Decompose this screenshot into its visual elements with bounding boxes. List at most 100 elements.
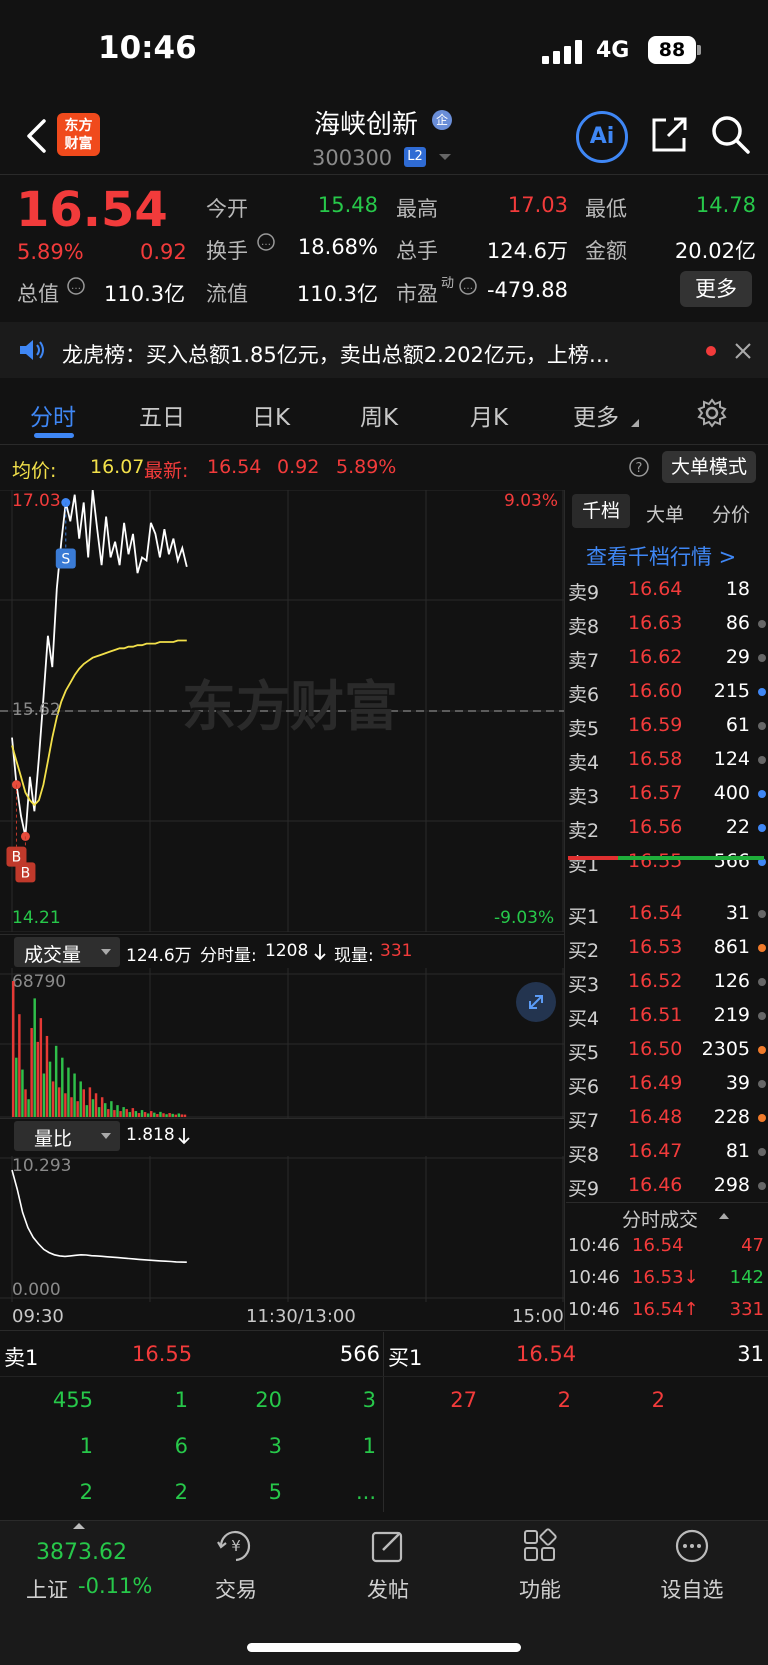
float-cap-value: 110.3亿 — [296, 282, 378, 306]
close-icon[interactable] — [734, 342, 752, 360]
back-icon[interactable] — [24, 118, 48, 154]
tab-thousand-levels[interactable]: 千档 — [572, 494, 630, 528]
amount-value: 20.02亿 — [674, 239, 756, 263]
bid-price: 16.49 — [628, 1072, 683, 1094]
trade-icon[interactable]: ¥ — [216, 1528, 256, 1564]
gear-icon[interactable] — [697, 398, 727, 428]
search-icon[interactable] — [710, 114, 752, 156]
expand-chart-button[interactable] — [516, 982, 556, 1022]
bid-row[interactable]: 买1 16.54 31 — [566, 896, 768, 930]
ratio-axis-min: 0.000 — [12, 1280, 61, 1300]
news-text[interactable]: 龙虎榜：买入总额1.85亿元，卖出总额2.202亿元，上榜… — [62, 339, 610, 369]
bid-level-label: 买7 — [568, 1110, 600, 1132]
big-order-mode-button[interactable]: 大单模式 — [662, 451, 756, 483]
info-icon[interactable]: … — [66, 276, 86, 296]
ask-price: 16.56 — [628, 816, 683, 838]
index-name[interactable]: 上证 — [26, 1574, 68, 1604]
index-change[interactable]: -0.11% — [78, 1574, 152, 1598]
queue-order-size: 455 — [52, 1388, 93, 1412]
tab-weekly-k[interactable]: 周K — [360, 398, 398, 432]
ask-row[interactable]: 卖5 16.59 61 — [566, 708, 768, 742]
bid-price: 16.52 — [628, 970, 683, 992]
nav-trade[interactable]: 交易 — [186, 1574, 286, 1604]
bid-volume: 861 — [713, 936, 750, 958]
bid-price: 16.46 — [628, 1174, 683, 1196]
tab-more[interactable]: 更多 — [573, 398, 619, 432]
chevron-down-icon[interactable] — [438, 152, 452, 162]
ask-row[interactable]: 卖1 16.55 566 — [566, 844, 768, 878]
ticks-title[interactable]: 分时成交 — [622, 1205, 698, 1232]
tab-big-orders[interactable]: 大单 — [646, 500, 684, 527]
add-watchlist-icon[interactable] — [674, 1528, 710, 1564]
bid-row[interactable]: 买6 16.49 39 — [566, 1066, 768, 1100]
low-value: 14.78 — [695, 193, 756, 217]
queue-bid-price: 16.54 — [516, 1342, 577, 1366]
down-arrow-icon — [314, 944, 326, 961]
volume-chart[interactable] — [0, 968, 564, 1118]
tab-daily-k[interactable]: 日K — [252, 398, 290, 432]
nav-functions[interactable]: 功能 — [490, 1574, 590, 1604]
tab-intraday[interactable]: 分时 — [30, 398, 76, 432]
bid-row[interactable]: 买7 16.48 228 — [566, 1100, 768, 1134]
share-icon[interactable] — [650, 114, 690, 154]
active-tab-indicator — [34, 433, 74, 438]
ask-row[interactable]: 卖2 16.56 22 — [566, 810, 768, 844]
ask-row[interactable]: 卖6 16.60 215 — [566, 674, 768, 708]
ask-row[interactable]: 卖4 16.58 124 — [566, 742, 768, 776]
volume-bar — [36, 1041, 39, 1117]
volume-bar — [18, 1014, 21, 1117]
bid-level-label: 买2 — [568, 940, 600, 962]
ask-price: 16.58 — [628, 748, 683, 770]
bid-row[interactable]: 买9 16.46 298 — [566, 1168, 768, 1202]
change-percent: 5.89% — [17, 240, 84, 264]
ask-level-label: 卖9 — [568, 582, 600, 604]
tab-price-distribution[interactable]: 分价 — [712, 500, 750, 527]
ask-level-label: 卖7 — [568, 650, 600, 672]
bid-row[interactable]: 买5 16.50 2305 — [566, 1032, 768, 1066]
queue-order-size: 3 — [268, 1434, 282, 1458]
ratio-indicator-dropdown[interactable]: 量比 — [14, 1121, 120, 1151]
bid-row[interactable]: 买4 16.51 219 — [566, 998, 768, 1032]
ask-row[interactable]: 卖8 16.63 86 — [566, 606, 768, 640]
volume-bar — [27, 1099, 30, 1117]
ask-row[interactable]: 卖9 16.64 18 — [566, 572, 768, 606]
volume-bar — [64, 1093, 67, 1117]
nav-add-watchlist[interactable]: 设自选 — [642, 1574, 742, 1604]
post-icon[interactable] — [370, 1528, 406, 1564]
home-indicator[interactable] — [247, 1643, 521, 1652]
bid-row[interactable]: 买3 16.52 126 — [566, 964, 768, 998]
volume-ratio-chart[interactable] — [0, 1156, 564, 1302]
info-icon[interactable]: … — [256, 232, 276, 252]
pct-axis-top: 9.03% — [504, 491, 559, 511]
volume-bar — [79, 1081, 82, 1117]
ask-row[interactable]: 卖3 16.57 400 — [566, 776, 768, 810]
turnover-label: 换手 — [206, 239, 248, 263]
tick-price: 16.53↓ — [632, 1267, 699, 1288]
latest-label: 最新: — [144, 460, 189, 482]
more-button[interactable]: 更多 — [680, 271, 752, 307]
order-flag-dot — [758, 756, 766, 764]
ai-button[interactable]: Ai — [576, 111, 628, 163]
bid-price: 16.48 — [628, 1106, 683, 1128]
volume-indicator-dropdown[interactable]: 成交量 — [14, 937, 120, 967]
nav-post[interactable]: 发帖 — [338, 1574, 438, 1604]
minute-volume-value: 1208 — [265, 941, 309, 961]
volume-bar — [67, 1067, 70, 1117]
functions-icon[interactable] — [522, 1528, 558, 1564]
order-flag-dot — [758, 1080, 766, 1088]
tab-monthly-k[interactable]: 月K — [470, 398, 508, 432]
bid-row[interactable]: 买8 16.47 81 — [566, 1134, 768, 1168]
volume-bar — [174, 1114, 177, 1117]
index-value[interactable]: 3873.62 — [36, 1540, 127, 1565]
bid-volume: 219 — [713, 1004, 750, 1026]
view-depth-link[interactable]: 查看千档行情 > — [586, 541, 736, 571]
ask-row[interactable]: 卖7 16.62 29 — [566, 640, 768, 674]
bid-volume: 228 — [713, 1106, 750, 1128]
intraday-price-chart[interactable]: 东方财富 S BB — [0, 490, 564, 932]
volume-bar — [183, 1114, 187, 1117]
help-icon[interactable]: ? — [628, 456, 650, 478]
tab-five-day[interactable]: 五日 — [139, 398, 185, 432]
tick-price: 16.54 — [632, 1235, 684, 1256]
bid-row[interactable]: 买2 16.53 861 — [566, 930, 768, 964]
volume-bar — [134, 1111, 138, 1117]
